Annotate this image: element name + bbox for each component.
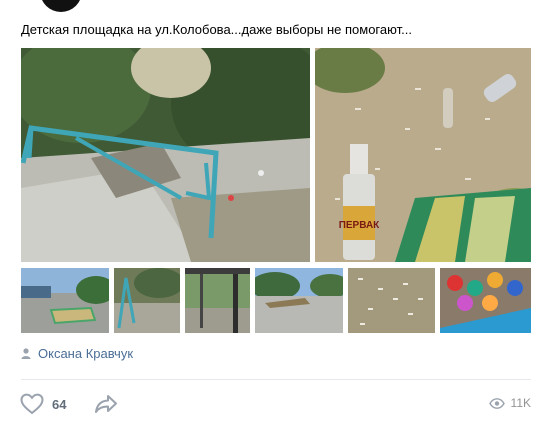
share-arrow-icon [95,395,117,413]
views-count: 11K [510,396,531,410]
heart-icon [20,393,44,415]
post-photo-1[interactable] [21,48,310,262]
bottle-label: ПЕРВАК [339,220,380,231]
post-photo-thumb-5[interactable] [348,268,435,333]
like-button[interactable]: 64 [20,393,66,415]
post-footer-divider [21,379,531,380]
author-avatar[interactable] [40,0,82,12]
post-photo-thumb-1[interactable] [21,268,109,333]
share-button[interactable] [94,394,118,419]
like-count: 64 [52,396,67,412]
author-name[interactable]: Оксана Кравчук [38,346,133,361]
post-photo-thumb-3[interactable] [185,268,250,333]
views-counter: 11K [488,396,531,410]
person-icon [21,347,31,359]
post-author[interactable]: Оксана Кравчук [21,344,133,362]
post-photo-thumb-6[interactable] [440,268,531,333]
eye-icon [488,397,505,409]
post-photo-2[interactable]: ПЕРВАК [315,48,531,262]
post-photo-thumb-2[interactable] [114,268,180,333]
post-text: Детская площадка на ул.Колобова...даже в… [21,22,412,37]
post-photo-thumb-4[interactable] [255,268,343,333]
